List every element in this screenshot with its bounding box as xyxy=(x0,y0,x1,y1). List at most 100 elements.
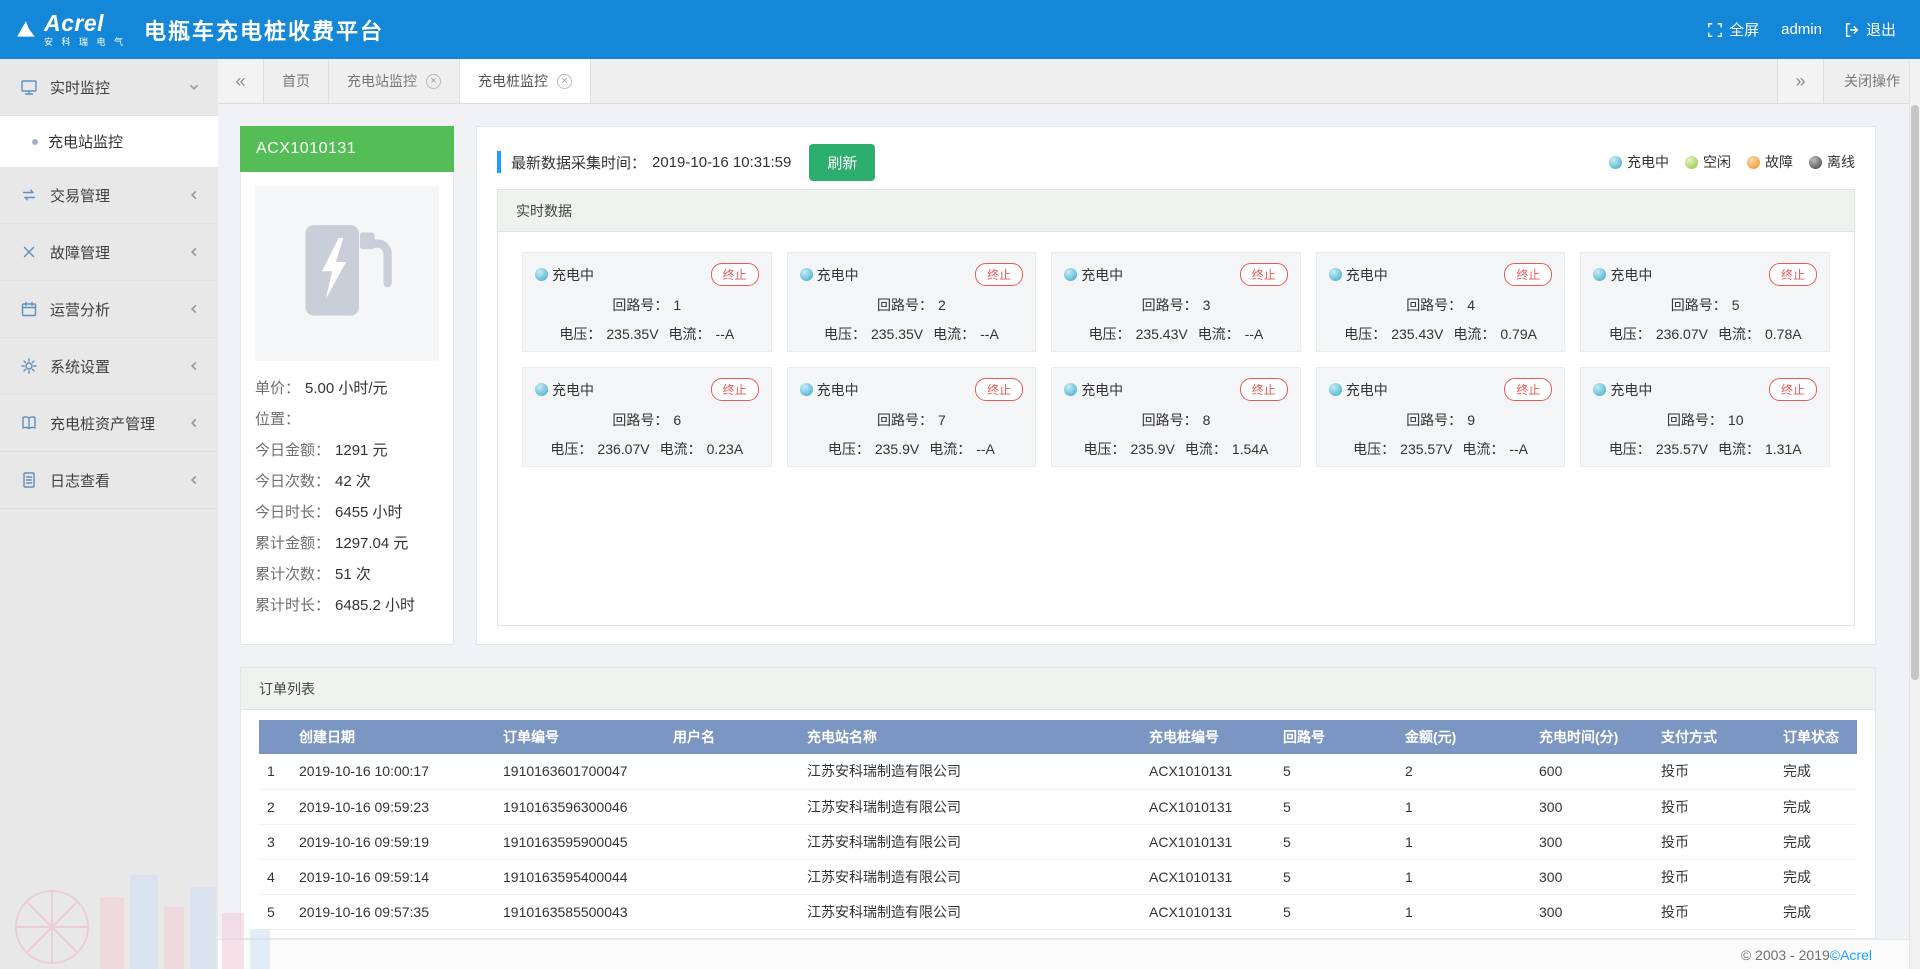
sidebar-item-label: 交易管理 xyxy=(50,185,188,206)
order-row[interactable]: 2 2019-10-16 09:59:23 1910163596300046 江… xyxy=(259,789,1857,824)
stop-button[interactable]: 终止 xyxy=(1240,378,1288,401)
cell-username xyxy=(665,859,799,894)
order-row[interactable]: 5 2019-10-16 09:57:35 1910163585500043 江… xyxy=(259,894,1857,929)
voltage-current-line: 电压：235.35V电流：--A xyxy=(800,324,1024,344)
device-stat-row: 位置： xyxy=(255,404,439,435)
cell-pile-no: ACX1010131 xyxy=(1141,859,1275,894)
order-row[interactable]: 3 2019-10-16 09:59:19 1910163595900045 江… xyxy=(259,824,1857,859)
sidebar-item-fault-management[interactable]: 故障管理 xyxy=(0,224,218,281)
vertical-scrollbar[interactable] xyxy=(1909,59,1920,969)
page-footer: © 2003 - 2019 ©Acrel xyxy=(218,939,1920,969)
cell-create-date: 2019-10-16 09:59:19 xyxy=(291,824,495,859)
circuit-label: 回路号： xyxy=(1142,412,1198,428)
cell-circuit-no: 5 xyxy=(1275,824,1397,859)
fullscreen-button[interactable]: 全屏 xyxy=(1707,19,1759,40)
cell-amount: 1 xyxy=(1397,824,1531,859)
stop-button[interactable]: 终止 xyxy=(1504,263,1552,286)
voltage-label: 电压： xyxy=(1344,326,1386,342)
stop-button[interactable]: 终止 xyxy=(1769,378,1817,401)
circuit-value: 5 xyxy=(1732,297,1740,313)
stat-value: 6455 小时 xyxy=(335,504,403,521)
sidebar-item-log-view[interactable]: 日志查看 xyxy=(0,452,218,509)
circuit-value: 4 xyxy=(1467,297,1475,313)
tab-home[interactable]: 首页 xyxy=(264,59,329,103)
cell-amount: 2 xyxy=(1397,754,1531,789)
cell-charge-minutes: 300 xyxy=(1531,859,1653,894)
circuit-number-line: 回路号：1 xyxy=(535,295,759,315)
logo-sub-text: 安 科 瑞 电 气 xyxy=(44,38,126,47)
tab-label: 充电站监控 xyxy=(347,71,417,91)
refresh-button[interactable]: 刷新 xyxy=(809,144,875,181)
sidebar-item-pile-asset-management[interactable]: 充电桩资产管理 xyxy=(0,395,218,452)
stop-button[interactable]: 终止 xyxy=(711,263,759,286)
charging-status-icon xyxy=(1064,383,1077,396)
close-icon[interactable] xyxy=(426,74,441,89)
panel-title: 实时数据 xyxy=(516,201,572,221)
cell-station-name: 江苏安科瑞制造有限公司 xyxy=(799,894,1141,929)
tabs-scroll-right-button[interactable] xyxy=(1777,59,1823,103)
cell-create-date: 2019-10-16 10:00:17 xyxy=(291,754,495,789)
sidebar-subitem-station-monitor[interactable]: 充电站监控 xyxy=(0,116,218,167)
column-username: 用户名 xyxy=(665,720,799,754)
sidebar-item-realtime-monitor[interactable]: 实时监控 xyxy=(0,59,218,116)
stop-button[interactable]: 终止 xyxy=(1240,263,1288,286)
chevron-left-icon xyxy=(188,246,200,258)
tabs-scroll-left-button[interactable] xyxy=(218,59,264,103)
circuit-value: 9 xyxy=(1467,412,1475,428)
voltage-value: 235.43V xyxy=(1136,326,1188,342)
card-status: 充电中 xyxy=(1593,380,1652,400)
stop-button[interactable]: 终止 xyxy=(975,263,1023,286)
stop-button[interactable]: 终止 xyxy=(711,378,759,401)
circuit-card: 充电中终止 回路号：1 电压：235.35V电流：--A xyxy=(522,252,772,352)
collect-info-row: 最新数据采集时间： 2019-10-16 10:31:59 刷新 充电中 空闲 … xyxy=(497,139,1855,185)
user-menu[interactable]: admin xyxy=(1781,21,1822,38)
legend-charging: 充电中 xyxy=(1609,152,1669,172)
close-icon[interactable] xyxy=(557,74,572,89)
close-operations-menu[interactable]: 关闭操作 xyxy=(1823,59,1920,103)
circuit-value: 7 xyxy=(938,412,946,428)
circuit-card: 充电中终止 回路号：7 电压：235.9V电流：--A xyxy=(787,367,1037,467)
sidebar-item-system-settings[interactable]: 系统设置 xyxy=(0,338,218,395)
circuit-value: 6 xyxy=(673,412,681,428)
tab-pile-monitor[interactable]: 充电桩监控 xyxy=(460,59,591,103)
current-label: 电流： xyxy=(929,441,971,457)
cell-circuit-no: 5 xyxy=(1275,894,1397,929)
logout-button[interactable]: 退出 xyxy=(1844,19,1896,40)
device-summary-body: 单价：5.00 小时/元 位置： 今日金额：1291 元 今日次数：42 次 今… xyxy=(240,172,454,645)
stat-label: 累计次数： xyxy=(255,566,330,583)
voltage-label: 电压： xyxy=(828,441,870,457)
sidebar-item-label: 充电桩资产管理 xyxy=(50,413,188,434)
sidebar-item-trade-management[interactable]: 交易管理 xyxy=(0,167,218,224)
brand-link[interactable]: ©Acrel xyxy=(1830,947,1872,963)
card-status-label: 充电中 xyxy=(1346,380,1388,400)
voltage-value: 235.35V xyxy=(606,326,658,342)
order-row[interactable]: 1 2019-10-16 10:00:17 1910163601700047 江… xyxy=(259,754,1857,789)
cell-order-status: 完成 xyxy=(1775,754,1857,789)
device-stat-row: 今日次数：42 次 xyxy=(255,466,439,497)
scrollbar-thumb[interactable] xyxy=(1911,105,1919,680)
stop-button[interactable]: 终止 xyxy=(1504,378,1552,401)
current-value: --A xyxy=(1245,326,1264,342)
cell-pile-no: ACX1010131 xyxy=(1141,894,1275,929)
stop-button[interactable]: 终止 xyxy=(1769,263,1817,286)
legend-fault: 故障 xyxy=(1747,152,1793,172)
stop-button[interactable]: 终止 xyxy=(975,378,1023,401)
logout-icon xyxy=(1844,22,1860,38)
card-status-label: 充电中 xyxy=(1610,380,1652,400)
card-status: 充电中 xyxy=(535,380,594,400)
brand-logo[interactable]: Acrel 安 科 瑞 电 气 xyxy=(0,12,126,47)
column-index xyxy=(259,720,291,754)
cell-pay-method: 投币 xyxy=(1653,859,1775,894)
sidebar-item-operation-analysis[interactable]: 运营分析 xyxy=(0,281,218,338)
cell-circuit-no: 5 xyxy=(1275,754,1397,789)
circuit-value: 8 xyxy=(1203,412,1211,428)
logo-text: Acrel 安 科 瑞 电 气 xyxy=(44,12,126,47)
calendar-icon xyxy=(20,300,38,318)
stat-value: 5.00 小时/元 xyxy=(305,380,388,397)
voltage-current-line: 电压：235.43V电流：--A xyxy=(1064,324,1288,344)
charging-status-icon xyxy=(800,268,813,281)
card-status-label: 充电中 xyxy=(552,380,594,400)
order-row[interactable]: 4 2019-10-16 09:59:14 1910163595400044 江… xyxy=(259,859,1857,894)
tab-station-monitor[interactable]: 充电站监控 xyxy=(329,59,460,103)
tools-icon xyxy=(20,243,38,261)
